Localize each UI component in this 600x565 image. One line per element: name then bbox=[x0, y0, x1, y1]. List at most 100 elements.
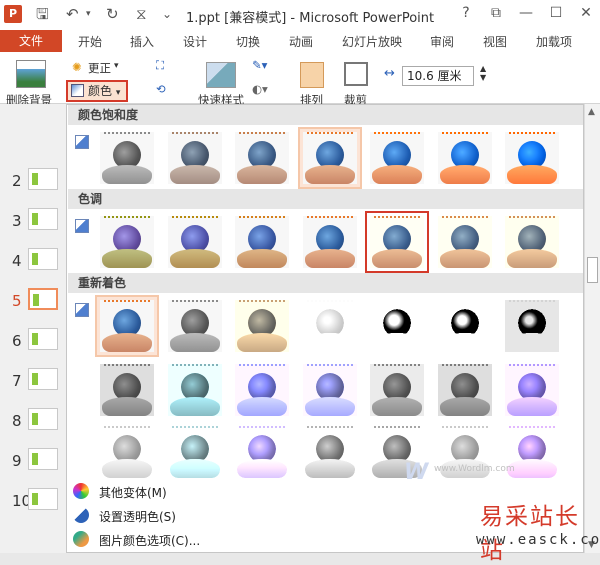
corrections-dropdown-icon: ▾ bbox=[114, 61, 119, 71]
color-option-g5[interactable] bbox=[433, 359, 497, 421]
redo-icon[interactable]: ↻ bbox=[106, 5, 119, 23]
change-picture-icon[interactable]: ⟲ bbox=[156, 82, 166, 96]
color-option-s3[interactable] bbox=[297, 127, 362, 189]
color-option-g4[interactable] bbox=[365, 359, 429, 421]
tab-transitions[interactable]: 切换 bbox=[236, 33, 260, 50]
menu-item-0[interactable]: 其他变体(M) bbox=[73, 481, 373, 501]
picture-border-icon[interactable]: ✎▾ bbox=[252, 58, 267, 72]
ribbon-display-button[interactable]: ⧉ bbox=[484, 5, 508, 21]
quick-styles-icon[interactable] bbox=[206, 62, 236, 88]
tab-design[interactable]: 设计 bbox=[183, 33, 207, 50]
slide-thumbnail-8[interactable]: 8 bbox=[0, 406, 66, 446]
earth-in-hands-image bbox=[167, 364, 222, 416]
slide-thumbnail-5[interactable]: 5 bbox=[0, 286, 66, 326]
slide-thumbnail-10[interactable]: 10 bbox=[0, 486, 66, 526]
earth-in-hands-image bbox=[167, 426, 222, 478]
earth-in-hands-image bbox=[235, 426, 289, 478]
color-option-t3[interactable] bbox=[298, 211, 362, 273]
slide-preview bbox=[28, 248, 58, 270]
color-option-t1[interactable] bbox=[163, 211, 227, 273]
tab-file[interactable]: 文件 bbox=[0, 30, 62, 52]
window-title: 1.ppt [兼容模式] - Microsoft PowerPoint bbox=[186, 11, 435, 26]
compress-pictures-icon[interactable]: ⛶ bbox=[156, 58, 164, 73]
color-option-t6[interactable] bbox=[500, 211, 564, 273]
slide-thumbnail-9[interactable]: 9 bbox=[0, 446, 66, 486]
arrange-icon[interactable] bbox=[300, 62, 324, 88]
color-option-r1[interactable] bbox=[163, 295, 227, 357]
earth-in-hands-image bbox=[437, 132, 492, 184]
picture-effects-icon[interactable]: ◐▾ bbox=[252, 82, 268, 96]
slide-thumbnail-2[interactable]: 2 bbox=[0, 166, 66, 206]
color-option-s1[interactable] bbox=[163, 127, 227, 189]
crop-icon[interactable] bbox=[344, 62, 368, 86]
undo-dropdown-icon[interactable]: ▾ bbox=[86, 5, 91, 23]
color-option-l0[interactable] bbox=[95, 421, 159, 483]
customize-qat-icon[interactable]: ⌄ bbox=[162, 5, 172, 23]
color-option-r6[interactable] bbox=[500, 295, 564, 357]
color-option-l2[interactable] bbox=[230, 421, 294, 483]
help-button[interactable]: ? bbox=[454, 5, 478, 21]
slide-preview bbox=[28, 448, 58, 470]
color-option-t0[interactable] bbox=[95, 211, 159, 273]
color-option-r5[interactable] bbox=[433, 295, 497, 357]
tab-review[interactable]: 审阅 bbox=[430, 33, 454, 50]
scroll-thumb[interactable] bbox=[587, 257, 598, 283]
tab-home[interactable]: 开始 bbox=[78, 33, 102, 50]
tab-slideshow[interactable]: 幻灯片放映 bbox=[342, 33, 402, 50]
slide-thumbnail-7[interactable]: 7 bbox=[0, 366, 66, 406]
color-option-l3[interactable] bbox=[298, 421, 362, 483]
slide-thumbnail-6[interactable]: 6 bbox=[0, 326, 66, 366]
close-button[interactable]: ✕ bbox=[574, 5, 598, 21]
earth-in-hands-image bbox=[100, 364, 154, 416]
section-icon bbox=[75, 135, 89, 149]
earth-in-hands-image bbox=[437, 216, 492, 268]
menu-item-1[interactable]: 设置透明色(S) bbox=[73, 505, 373, 525]
tab-addins[interactable]: 加载项 bbox=[536, 33, 572, 50]
maximize-button[interactable]: ☐ bbox=[544, 5, 568, 21]
tab-animations[interactable]: 动画 bbox=[289, 33, 313, 50]
color-button[interactable]: 颜色 ▾ bbox=[66, 80, 128, 102]
watermark-url: www.easck.com bbox=[476, 532, 600, 548]
slide-number: 9 bbox=[12, 452, 22, 470]
color-option-s0[interactable] bbox=[95, 127, 159, 189]
remove-background-icon[interactable] bbox=[16, 60, 46, 88]
minimize-button[interactable]: — bbox=[514, 5, 538, 21]
corrections-button[interactable]: 更正 bbox=[88, 60, 111, 76]
tab-view[interactable]: 视图 bbox=[483, 33, 507, 50]
picture-color-options-icon bbox=[73, 531, 89, 547]
slide-thumbnail-4[interactable]: 4 bbox=[0, 246, 66, 286]
color-option-r3[interactable] bbox=[298, 295, 362, 357]
present-icon[interactable]: ⧖ bbox=[136, 5, 147, 23]
watermark-site-name: 易采站长站 bbox=[480, 504, 580, 564]
slide-preview bbox=[28, 288, 58, 310]
color-option-r4[interactable] bbox=[365, 295, 429, 357]
color-option-r2[interactable] bbox=[230, 295, 294, 357]
undo-icon[interactable]: ↶ bbox=[66, 5, 79, 23]
color-option-g0[interactable] bbox=[95, 359, 159, 421]
color-option-r0[interactable] bbox=[95, 295, 159, 357]
color-option-g2[interactable] bbox=[230, 359, 294, 421]
color-option-s5[interactable] bbox=[433, 127, 497, 189]
menu-item-2[interactable]: 图片颜色选项(C)... bbox=[73, 529, 373, 549]
tab-insert[interactable]: 插入 bbox=[130, 33, 154, 50]
earth-in-hands-image bbox=[370, 300, 424, 352]
save-icon[interactable]: 🖫 bbox=[36, 5, 49, 23]
slide-thumbnail-3[interactable]: 3 bbox=[0, 206, 66, 246]
color-option-t5[interactable] bbox=[433, 211, 497, 273]
color-option-l1[interactable] bbox=[163, 421, 227, 483]
color-option-t4[interactable] bbox=[365, 211, 429, 273]
width-input[interactable]: 10.6 厘米 bbox=[402, 66, 474, 86]
earth-in-hands-image bbox=[235, 364, 289, 416]
color-option-s2[interactable] bbox=[230, 127, 294, 189]
color-dropdown-icon: ▾ bbox=[115, 88, 121, 98]
color-option-g1[interactable] bbox=[163, 359, 227, 421]
color-option-t2[interactable] bbox=[230, 211, 294, 273]
scroll-up-icon[interactable]: ▲ bbox=[588, 107, 595, 117]
color-option-s6[interactable] bbox=[500, 127, 564, 189]
width-spinner-icon[interactable]: ▲ ▼ bbox=[480, 64, 486, 82]
scrollbar[interactable]: ▲ ▼ bbox=[584, 104, 600, 553]
color-option-s4[interactable] bbox=[365, 127, 429, 189]
color-option-g3[interactable] bbox=[298, 359, 362, 421]
color-option-g6[interactable] bbox=[500, 359, 564, 421]
color-wheel-icon bbox=[73, 483, 89, 499]
